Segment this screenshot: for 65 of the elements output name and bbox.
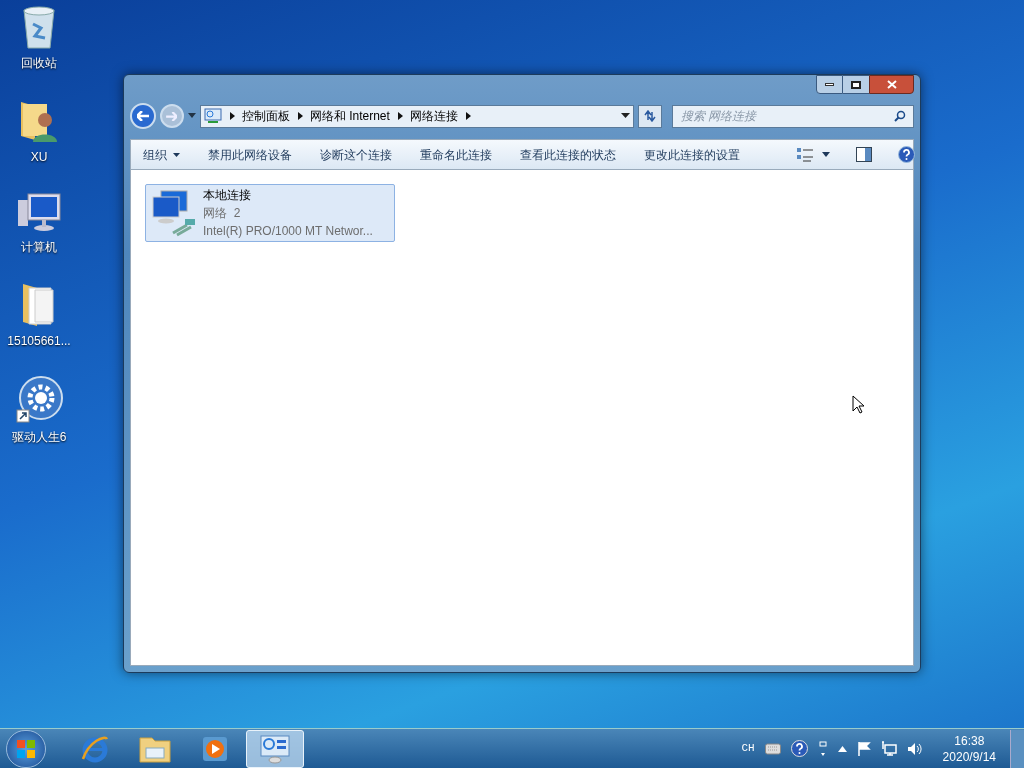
adapter-name: Intel(R) PRO/1000 MT Networ... <box>203 223 373 240</box>
caret-down-icon <box>822 152 830 157</box>
address-bar[interactable]: 控制面板 网络和 Internet 网络连接 <box>199 104 635 128</box>
preview-pane-button[interactable] <box>856 147 872 162</box>
close-icon <box>886 80 897 89</box>
caret-down-icon <box>173 152 180 157</box>
chevron-right-icon <box>228 112 235 120</box>
mouse-cursor-icon <box>852 395 865 414</box>
clock-time[interactable]: 16:38 <box>954 732 985 749</box>
desktop-icon-label[interactable]: 计算机 <box>21 238 57 256</box>
caret-up-icon[interactable] <box>837 745 847 752</box>
organize-button[interactable]: 组织 <box>143 145 180 164</box>
breadcrumb-item[interactable]: 控制面板 <box>241 107 290 125</box>
keyboard-icon[interactable] <box>764 742 781 755</box>
toolbar-command[interactable]: 查看此连接的状态 <box>520 145 616 164</box>
forward-button[interactable] <box>159 104 184 128</box>
breadcrumb-item[interactable]: 网络和 Internet <box>309 107 390 125</box>
desktop-icon-label[interactable]: XU <box>30 148 48 166</box>
network-monitor-icon[interactable] <box>880 741 897 756</box>
help-icon[interactable] <box>790 740 808 757</box>
view-list-icon <box>796 146 814 163</box>
toolbar-command[interactable]: 更改此连接的设置 <box>644 145 740 164</box>
network-name: 网络 2 <box>203 205 242 222</box>
refresh-button[interactable] <box>638 104 662 128</box>
search-icon <box>894 109 906 122</box>
arrow-left-icon <box>136 111 149 121</box>
chevron-right-icon <box>464 112 471 120</box>
toolbar-command[interactable]: 诊断这个连接 <box>320 145 392 164</box>
windows-logo-icon <box>16 738 36 759</box>
chevron-right-icon <box>296 112 303 120</box>
view-options-button[interactable] <box>796 146 830 163</box>
chevron-right-icon <box>396 112 403 120</box>
breadcrumb-item[interactable]: 网络连接 <box>409 107 458 125</box>
help-icon <box>898 146 915 163</box>
trash-bin-icon <box>21 6 57 50</box>
control-panel-icon <box>259 733 291 764</box>
desktop-icon-label[interactable]: 15105661... <box>7 332 71 350</box>
minimize-button[interactable] <box>816 75 843 94</box>
desktop-icon-label[interactable]: 驱动人生6 <box>11 428 67 446</box>
close-button[interactable] <box>869 75 914 94</box>
caret-down-icon[interactable] <box>621 113 631 119</box>
arrow-right-icon <box>166 111 178 121</box>
refresh-arrows-icon <box>643 110 658 122</box>
back-button[interactable] <box>130 103 156 129</box>
toolbar-command[interactable]: 禁用此网络设备 <box>208 145 292 164</box>
maximize-button[interactable] <box>843 75 869 94</box>
gear-shortcut-icon <box>15 376 63 424</box>
desktop-icon-label[interactable]: 回收站 <box>21 54 57 72</box>
speaker-icon[interactable] <box>906 741 923 756</box>
folder-icon <box>21 282 57 328</box>
clock-date[interactable]: 2020/9/14 <box>942 748 996 765</box>
help-button[interactable] <box>898 146 915 163</box>
start-button[interactable] <box>6 729 46 768</box>
pane-icon <box>856 147 872 162</box>
taskbar-app-button[interactable] <box>246 729 304 768</box>
search-field[interactable]: 搜索 网络连接 <box>671 104 914 128</box>
connection-item[interactable]: 本地连接 网络 2 Intel(R) PRO/1000 MT Networ... <box>145 184 395 242</box>
connection-name: 本地连接 <box>203 187 252 204</box>
flag-icon[interactable] <box>856 741 871 756</box>
control-panel-icon <box>203 108 222 124</box>
language-indicator[interactable]: CH <box>741 740 755 757</box>
minimize-icon <box>825 83 834 86</box>
computer-icon <box>16 192 62 234</box>
maximize-icon <box>851 80 861 89</box>
toolbar-command[interactable]: 重命名此连接 <box>420 145 492 164</box>
